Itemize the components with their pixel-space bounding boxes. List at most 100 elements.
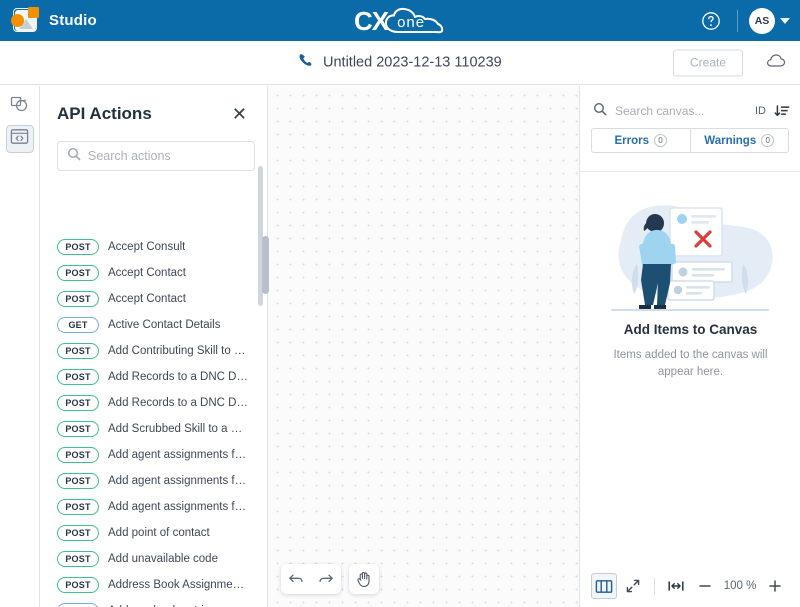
- search-canvas-input[interactable]: [615, 104, 747, 118]
- code-brackets-icon: [10, 128, 29, 150]
- sidebar-item-api[interactable]: [5, 125, 34, 153]
- method-badge: GET: [57, 603, 99, 607]
- search-actions-input[interactable]: [88, 149, 245, 163]
- method-badge: POST: [57, 239, 99, 255]
- api-panel-title: API Actions: [57, 104, 152, 123]
- api-actions-list[interactable]: POST Accept Consult POST Accept Contact …: [41, 232, 268, 607]
- api-action-label: Add agent assignments for s...: [108, 449, 250, 461]
- api-action-label: Accept Contact: [108, 267, 186, 279]
- pan-tool-card: [349, 564, 379, 594]
- method-badge: POST: [57, 291, 99, 307]
- create-button[interactable]: Create: [673, 49, 743, 76]
- shapes-overlap-icon: [10, 95, 29, 119]
- method-badge: POST: [57, 343, 99, 359]
- tab-warnings[interactable]: Warnings 0: [690, 128, 789, 153]
- api-action-label: Add unavailable code: [108, 553, 218, 565]
- left-icon-rail: [0, 86, 40, 607]
- method-badge: POST: [57, 395, 99, 411]
- tab-warnings-label: Warnings: [704, 134, 757, 147]
- header-actions: AS: [696, 0, 790, 41]
- list-item[interactable]: POST Accept Contact: [57, 286, 268, 312]
- close-icon[interactable]: ✕: [229, 103, 250, 125]
- list-item[interactable]: POST Add agent assignments for s...: [57, 468, 268, 494]
- canvas-vertical-scrollbar[interactable]: [262, 236, 269, 294]
- brand-label: Studio: [49, 12, 97, 29]
- avatar: AS: [749, 7, 775, 34]
- warnings-count-badge: 0: [761, 134, 775, 147]
- list-item[interactable]: GET Active Contact Details: [57, 312, 268, 338]
- list-item[interactable]: POST Add Records to a DNC Droup: [57, 390, 268, 416]
- list-item[interactable]: POST Add Scrubbed Skill to a DNC...: [57, 416, 268, 442]
- issues-tabs: Errors 0 Warnings 0: [580, 124, 800, 153]
- tab-errors-label: Errors: [614, 134, 650, 147]
- search-icon: [67, 147, 81, 166]
- list-item[interactable]: POST Add unavailable code: [57, 546, 268, 572]
- api-action-label: Add point of contact: [108, 527, 210, 539]
- list-item[interactable]: POST Add point of contact: [57, 520, 268, 546]
- api-action-label: Address Book Assignment V4: [108, 579, 250, 591]
- cxone-logo-one: one: [397, 13, 426, 31]
- api-actions-panel: API Actions ✕ POST Accept Consult POST A…: [41, 86, 268, 607]
- list-item[interactable]: POST Add Records to a DNC Droup: [57, 364, 268, 390]
- minimap-book-icon[interactable]: [591, 573, 617, 599]
- method-badge: GET: [57, 317, 99, 333]
- empty-state: Add Items to Canvas Items added to the c…: [580, 186, 800, 382]
- user-menu[interactable]: AS: [749, 7, 790, 34]
- list-item[interactable]: GET Address book entries: [57, 598, 268, 607]
- studio-logo-icon: [10, 7, 40, 34]
- list-item[interactable]: POST Accept Consult: [57, 234, 268, 260]
- method-badge: POST: [57, 525, 99, 541]
- api-panel-header: API Actions ✕: [41, 86, 267, 125]
- list-item[interactable]: POST Address Book Assignment V4: [57, 572, 268, 598]
- flow-toolbar: Untitled 2023-12-13 110239 Create: [0, 41, 800, 85]
- method-badge: POST: [57, 369, 99, 385]
- flow-title: Untitled 2023-12-13 110239: [323, 54, 502, 71]
- list-item[interactable]: POST Add agent assignments for s...: [57, 494, 268, 520]
- list-item[interactable]: POST Add Contributing Skill to a D...: [57, 338, 268, 364]
- api-action-label: Add Records to a DNC Droup: [108, 397, 250, 409]
- history-tool-card: [281, 564, 341, 594]
- header-divider: [737, 9, 738, 32]
- search-canvas-field[interactable]: ID: [580, 86, 800, 124]
- sidebar-item-shapes[interactable]: [6, 93, 34, 121]
- method-badge: POST: [57, 265, 99, 281]
- app-header: Studio CX one AS: [0, 0, 800, 41]
- id-sort-label[interactable]: ID: [755, 105, 766, 117]
- chevron-down-icon: [780, 17, 790, 24]
- search-actions-field[interactable]: [57, 141, 255, 171]
- method-badge: POST: [57, 551, 99, 567]
- api-action-label: Accept Consult: [108, 241, 186, 253]
- redo-icon[interactable]: [311, 564, 341, 594]
- expand-diagonal-icon[interactable]: [620, 573, 646, 599]
- empty-state-title: Add Items to Canvas: [623, 322, 758, 337]
- zoom-in-button[interactable]: [762, 573, 788, 599]
- cxone-logo: CX one: [354, 7, 446, 35]
- list-item[interactable]: POST Add agent assignments for s...: [57, 442, 268, 468]
- method-badge: POST: [57, 421, 99, 437]
- method-badge: POST: [57, 447, 99, 463]
- method-badge: POST: [57, 577, 99, 593]
- method-badge: POST: [57, 499, 99, 515]
- api-action-label: Active Contact Details: [108, 319, 221, 331]
- studio-app: Studio CX one AS Untitled 2023-12-13 110…: [0, 0, 800, 607]
- api-action-label: Add Records to a DNC Droup: [108, 371, 250, 383]
- cloud-upload-icon[interactable]: [766, 53, 786, 73]
- fit-width-icon[interactable]: [663, 573, 689, 599]
- undo-icon[interactable]: [281, 564, 311, 594]
- zoom-out-button[interactable]: [692, 573, 718, 599]
- cxone-logo-cx: CX: [353, 5, 389, 36]
- cxone-logo-cloud: one: [384, 7, 446, 35]
- brand[interactable]: Studio: [0, 7, 97, 34]
- zoom-divider: [654, 577, 655, 595]
- list-item[interactable]: POST Accept Contact: [57, 260, 268, 286]
- help-circle-icon[interactable]: [696, 6, 726, 36]
- tab-errors[interactable]: Errors 0: [591, 128, 691, 153]
- flow-canvas[interactable]: [262, 86, 579, 607]
- canvas-tools: [281, 564, 379, 594]
- api-action-label: Add Contributing Skill to a D...: [108, 345, 250, 357]
- zoom-level: 100 %: [723, 580, 757, 592]
- errors-count-badge: 0: [654, 134, 668, 147]
- sort-descending-icon[interactable]: [774, 104, 790, 118]
- api-action-label: Add agent assignments for s...: [108, 475, 250, 487]
- hand-pan-icon[interactable]: [349, 564, 379, 594]
